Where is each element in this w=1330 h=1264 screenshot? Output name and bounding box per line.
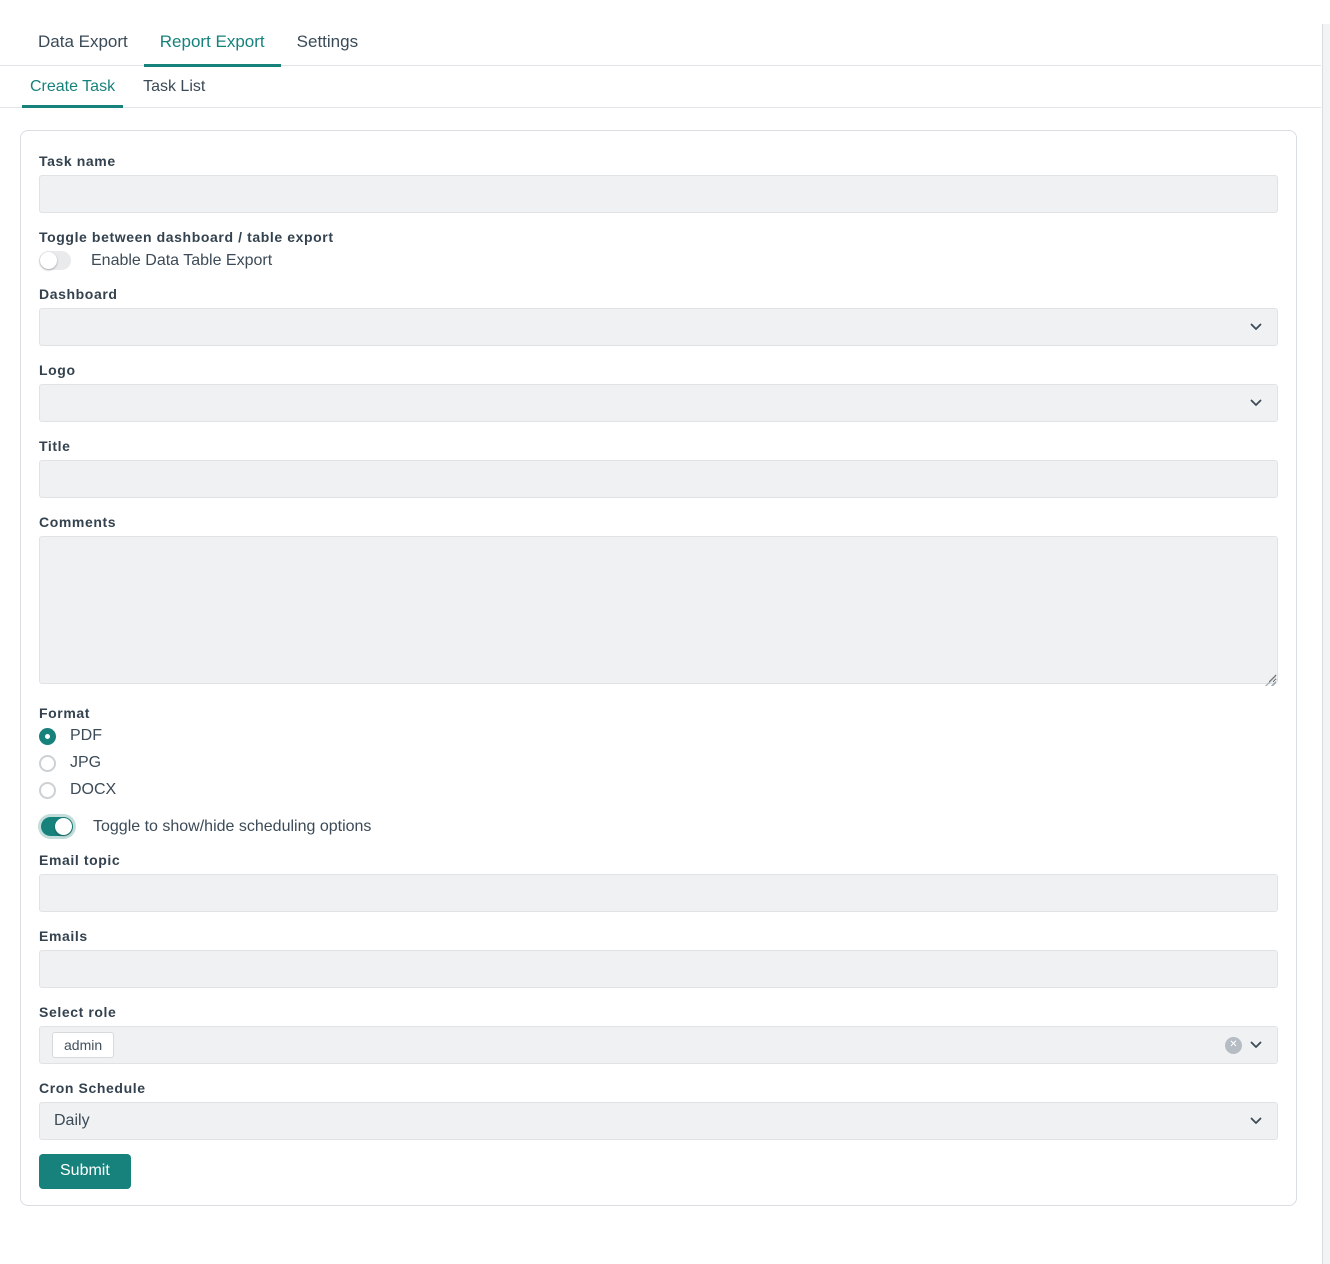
dashboard-label: Dashboard: [39, 286, 118, 302]
format-option-label: JPG: [70, 754, 102, 771]
format-option-label: DOCX: [70, 781, 117, 798]
format-option-docx[interactable]: DOCX: [39, 781, 1278, 799]
table-export-toggle-row: Enable Data Table Export: [39, 251, 1278, 270]
logo-select[interactable]: [39, 384, 1278, 422]
submit-button[interactable]: Submit: [39, 1154, 131, 1189]
emails-label: Emails: [39, 928, 88, 944]
chevron-down-icon: [1248, 1113, 1264, 1129]
sub-tabs: Create Task Task List: [0, 66, 1321, 108]
subtab-task-list[interactable]: Task List: [135, 66, 213, 107]
task-name-input[interactable]: [39, 175, 1278, 213]
email-topic-input[interactable]: [39, 874, 1278, 912]
clear-selection-icon[interactable]: ✕: [1225, 1036, 1242, 1054]
subtab-create-task[interactable]: Create Task: [22, 66, 124, 108]
logo-label: Logo: [39, 362, 76, 378]
role-chip-admin[interactable]: admin: [52, 1032, 115, 1058]
title-input[interactable]: [39, 460, 1278, 498]
format-label: Format: [39, 705, 91, 721]
format-option-jpg[interactable]: JPG: [39, 754, 1278, 772]
radio-unselected-icon[interactable]: [39, 754, 56, 772]
main-tabs: Data Export Report Export Settings: [0, 24, 1321, 67]
email-topic-label: Email topic: [39, 852, 121, 868]
radio-selected-icon[interactable]: [39, 727, 56, 745]
toggle-knob: [40, 252, 57, 269]
scheduling-toggle-row: Toggle to show/hide scheduling options: [41, 817, 1278, 836]
format-option-pdf[interactable]: PDF: [39, 727, 1278, 745]
format-option-label: PDF: [70, 727, 102, 744]
create-task-form: Task name Toggle between dashboard / tab…: [20, 130, 1297, 1206]
chevron-down-icon: [1248, 395, 1264, 411]
dashboard-select[interactable]: [39, 308, 1278, 346]
emails-input[interactable]: [39, 950, 1278, 988]
scheduling-toggle[interactable]: [41, 817, 73, 836]
comments-label: Comments: [39, 514, 117, 530]
cron-schedule-value: Daily: [54, 1112, 90, 1129]
vertical-scrollbar[interactable]: [1322, 24, 1330, 1264]
tab-report-export[interactable]: Report Export: [143, 24, 281, 67]
comments-textarea[interactable]: [39, 536, 1278, 684]
scheduling-toggle-text: Toggle to show/hide scheduling options: [93, 817, 372, 835]
role-multiselect[interactable]: admin ✕: [39, 1026, 1278, 1064]
cron-schedule-label: Cron Schedule: [39, 1080, 146, 1096]
chevron-down-icon: [1248, 1037, 1264, 1053]
export-mode-label: Toggle between dashboard / table export: [39, 229, 334, 245]
radio-unselected-icon[interactable]: [39, 781, 56, 799]
cron-schedule-select[interactable]: Daily: [39, 1102, 1278, 1140]
task-name-label: Task name: [39, 153, 116, 169]
title-label: Title: [39, 438, 71, 454]
tab-data-export[interactable]: Data Export: [22, 24, 144, 65]
chevron-down-icon: [1248, 319, 1264, 335]
tab-settings[interactable]: Settings: [281, 24, 374, 65]
table-export-toggle[interactable]: [39, 251, 71, 270]
toggle-knob: [55, 818, 72, 835]
table-export-toggle-text: Enable Data Table Export: [91, 251, 273, 269]
select-role-label: Select role: [39, 1004, 117, 1020]
